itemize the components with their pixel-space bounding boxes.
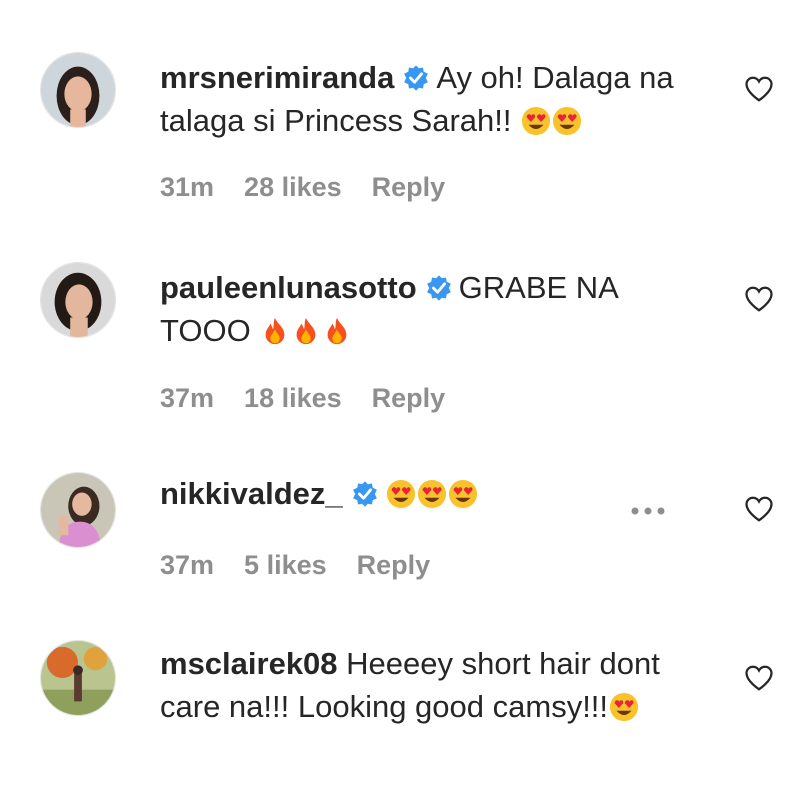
comment-time: 37m xyxy=(160,550,215,580)
comment-text: msclairek08 Heeeey short hair dont care … xyxy=(160,642,680,728)
more-options-icon[interactable] xyxy=(630,506,666,516)
comment-time: 37m xyxy=(160,383,215,413)
avatar[interactable] xyxy=(40,640,116,716)
likes-count[interactable]: 5 likes xyxy=(244,550,327,581)
comment-meta: 37m 18 likes Reply xyxy=(160,383,445,414)
verified-badge-icon xyxy=(402,64,430,92)
heart-eyes-emoji-icon xyxy=(417,479,447,509)
comment-username[interactable]: nikkivaldez_ xyxy=(160,476,343,511)
avatar[interactable] xyxy=(40,262,116,338)
verified-badge-icon xyxy=(425,274,453,302)
like-heart-icon[interactable] xyxy=(744,75,774,103)
heart-eyes-emoji-icon xyxy=(448,479,478,509)
like-heart-icon[interactable] xyxy=(744,285,774,313)
heart-eyes-emoji-icon xyxy=(521,106,551,136)
like-heart-icon[interactable] xyxy=(744,664,774,692)
comment-meta: 31m 28 likes Reply xyxy=(160,172,445,203)
fire-emoji-icon xyxy=(260,316,290,346)
comment-item: pauleenlunasotto GRABE NA TOOO 37m 18 lik… xyxy=(0,220,800,430)
avatar-image xyxy=(41,263,115,337)
comment-text: pauleenlunasotto GRABE NA TOOO xyxy=(160,266,680,352)
fire-emoji-icon xyxy=(291,316,321,346)
comment-meta: 37m 5 likes Reply xyxy=(160,550,430,581)
comment-time: 31m xyxy=(160,172,215,202)
reply-button[interactable]: Reply xyxy=(372,383,446,414)
comment-text: mrsnerimiranda Ay oh! Dalaga na talaga si… xyxy=(160,56,680,142)
comment-username[interactable]: msclairek08 xyxy=(160,646,338,681)
avatar-image xyxy=(41,641,115,715)
heart-eyes-emoji-icon xyxy=(386,479,416,509)
heart-eyes-emoji-icon xyxy=(552,106,582,136)
reply-button[interactable]: Reply xyxy=(372,172,446,203)
like-heart-icon[interactable] xyxy=(744,495,774,523)
fire-emoji-icon xyxy=(322,316,352,346)
verified-badge-icon xyxy=(351,480,379,508)
likes-count[interactable]: 18 likes xyxy=(244,383,342,414)
avatar[interactable] xyxy=(40,52,116,128)
comment-text: nikkivaldez_ xyxy=(160,472,680,515)
avatar[interactable] xyxy=(40,472,116,548)
comment-item: mrsnerimiranda Ay oh! Dalaga na talaga si… xyxy=(0,0,800,220)
reply-button[interactable]: Reply xyxy=(357,550,431,581)
avatar-image xyxy=(41,473,115,547)
heart-eyes-emoji-icon xyxy=(609,692,639,722)
likes-count[interactable]: 28 likes xyxy=(244,172,342,203)
comment-username[interactable]: mrsnerimiranda xyxy=(160,60,394,95)
comment-item: msclairek08 Heeeey short hair dont care … xyxy=(0,620,800,800)
comment-item: nikkivaldez_ 37m 5 likes Reply xyxy=(0,430,800,620)
comment-username[interactable]: pauleenlunasotto xyxy=(160,270,417,305)
avatar-image xyxy=(41,53,115,127)
